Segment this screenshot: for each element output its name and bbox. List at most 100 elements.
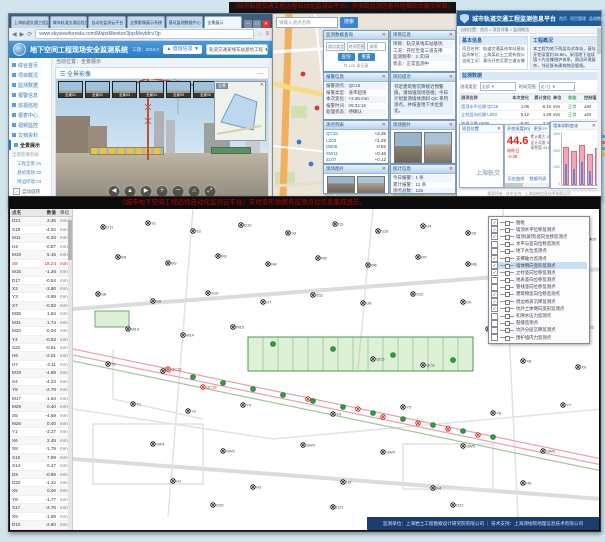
point-table-row[interactable]: M15-1.26mm bbox=[10, 268, 72, 276]
filter2-select[interactable]: 近7日 ▼ bbox=[539, 82, 575, 91]
filter1-select[interactable]: 全部 ▼ bbox=[480, 82, 516, 91]
browser-tab[interactable]: 基坑监测数据中心 bbox=[166, 16, 204, 28]
point-table-row[interactable]: S5-4.69mm bbox=[10, 412, 72, 420]
legend-row[interactable]: 坑外分层沉降监测点 bbox=[491, 327, 587, 334]
marker-point[interactable]: M13 bbox=[126, 327, 140, 332]
layer-checkbox[interactable] bbox=[491, 241, 498, 248]
point-table-row[interactable]: S17-2.76mm bbox=[10, 504, 72, 512]
marker-point[interactable]: SW5 bbox=[461, 444, 476, 449]
point-table-row[interactable]: D22-1.22mm bbox=[10, 479, 72, 487]
pano-thumbnail[interactable]: 全景03 bbox=[112, 81, 137, 98]
project-select[interactable]: 轨道交通某线车站基坑工程 ▼ bbox=[206, 44, 268, 55]
marker-point[interactable]: SW2 bbox=[221, 449, 236, 454]
sidebar-item[interactable]: 报警信息 bbox=[9, 90, 51, 100]
marker-alarm[interactable] bbox=[381, 415, 386, 420]
popup-header[interactable]: 统计信息✕ bbox=[391, 165, 455, 174]
marker-green[interactable] bbox=[391, 353, 396, 358]
marker-point[interactable]: Y1 bbox=[131, 402, 142, 407]
map-inset[interactable]: 全景 ✕ bbox=[214, 81, 266, 141]
close-button[interactable]: ✕ bbox=[262, 20, 270, 28]
point-table-row[interactable]: D10-2.80mm bbox=[10, 521, 72, 529]
legend-row[interactable]: ✓坑外土体侧向变形监测点 bbox=[491, 305, 587, 312]
marker-alarm[interactable] bbox=[356, 407, 361, 412]
legend-row[interactable]: 水平与竖向位移监测点 bbox=[491, 241, 587, 248]
point-table-row[interactable]: H7-4.11mm bbox=[10, 361, 72, 369]
marker-point[interactable]: M15 bbox=[231, 325, 245, 330]
point-table-row[interactable]: M195.15mm bbox=[10, 251, 72, 259]
popup-header[interactable]: 监测数据查询✕ bbox=[324, 31, 388, 40]
marker-point[interactable]: H2 bbox=[251, 485, 262, 490]
marker-green[interactable] bbox=[281, 393, 286, 398]
portal-nav-link[interactable]: 首页 bbox=[559, 16, 567, 22]
point-table-row[interactable]: X9-1.89mm bbox=[10, 513, 72, 521]
pano-thumbnail[interactable]: 全景04 bbox=[139, 81, 164, 98]
layer-checkbox[interactable]: ✓ bbox=[491, 305, 498, 312]
sidebar-item[interactable]: 巡视巡检 bbox=[9, 100, 51, 110]
marker-green[interactable] bbox=[371, 411, 376, 416]
marker-point[interactable]: D21 bbox=[331, 505, 345, 510]
marker-green[interactable] bbox=[451, 358, 456, 363]
marker-green[interactable] bbox=[431, 423, 436, 428]
legend-row[interactable]: ✓建筑物竖向位移监测点 bbox=[491, 291, 587, 298]
point-table-row[interactable]: S107.99mm bbox=[10, 454, 72, 462]
table-row[interactable]: 立柱竖向位移 LZ030.121.29mm正常±20 bbox=[460, 111, 598, 120]
marker-alarm[interactable] bbox=[416, 421, 421, 426]
point-table-row[interactable]: S22-0.61mm bbox=[10, 344, 72, 352]
layer-checkbox[interactable]: ✓ bbox=[491, 233, 498, 240]
point-table-row[interactable]: X7-0.93mm bbox=[10, 302, 72, 310]
sidebar-item[interactable]: 项目概况 bbox=[9, 70, 51, 80]
point-table-row[interactable]: M290.40mm bbox=[10, 403, 72, 411]
minimize-button[interactable]: – bbox=[244, 20, 252, 28]
marker-point[interactable]: X8 bbox=[521, 359, 532, 364]
checkbox-icon[interactable]: ✓ bbox=[13, 188, 20, 195]
browser-tab[interactable]: 全景展示 bbox=[204, 16, 242, 28]
legend-row[interactable]: 地下水位监测点 bbox=[491, 248, 587, 255]
marker-point[interactable]: D20 bbox=[211, 503, 225, 508]
point-link[interactable]: ZL07 bbox=[326, 157, 336, 163]
popup-list-row[interactable]: ZL07+0.12 bbox=[326, 157, 386, 163]
layer-checkbox[interactable] bbox=[491, 284, 498, 291]
legend-row[interactable]: 管线竖向位移监测点 bbox=[491, 284, 587, 291]
point-table-row[interactable]: Y1-3.27mm bbox=[10, 428, 72, 436]
marker-point[interactable]: M5 bbox=[316, 256, 328, 261]
marker-point[interactable]: D8 bbox=[361, 301, 372, 306]
marker-point[interactable]: Y4 bbox=[331, 412, 342, 417]
layer-checkbox[interactable]: ✓ bbox=[491, 269, 498, 276]
marker-point[interactable]: X9 bbox=[576, 365, 587, 370]
point-table-row[interactable]: S818.24mm bbox=[10, 260, 72, 268]
marker-point[interactable]: Y7 bbox=[561, 403, 572, 408]
inset-close-icon[interactable]: ✕ bbox=[260, 83, 264, 88]
duty-info-button[interactable]: ▲ 值班信息 ▼ bbox=[163, 45, 202, 54]
marker-point[interactable]: S9 bbox=[151, 299, 162, 304]
marker-green[interactable] bbox=[221, 381, 226, 386]
sidebar-item[interactable]: 综合首页 bbox=[9, 60, 51, 70]
sidebar-item[interactable]: 视频监控 bbox=[9, 120, 51, 130]
sidebar-sub-item[interactable]: 周边环境 03 bbox=[9, 177, 51, 186]
layer-checkbox[interactable] bbox=[491, 313, 498, 320]
layer-checkbox[interactable]: ✓ bbox=[491, 255, 498, 262]
marker-point[interactable]: QC8 bbox=[421, 363, 436, 368]
layer-checkbox[interactable] bbox=[491, 248, 498, 255]
popup-close-icon[interactable]: ✕ bbox=[382, 32, 386, 38]
popup-select[interactable]: 测点类型 bbox=[326, 42, 345, 51]
close-icon[interactable]: ✕ bbox=[592, 123, 596, 129]
marker-point[interactable]: D22 bbox=[451, 503, 465, 508]
legend-row[interactable]: ✓墙顶(坡顶)竖向位移监测点 bbox=[491, 233, 587, 240]
legend-row[interactable]: 地表竖向位移监测点 bbox=[491, 277, 587, 284]
sidebar-item[interactable]: 报表中心 bbox=[9, 110, 51, 120]
sidebar-sub-item[interactable]: 工程全景 01 bbox=[9, 159, 51, 168]
point-table-row[interactable]: X62.48mm bbox=[10, 437, 72, 445]
marker-point[interactable]: SW6 bbox=[541, 449, 556, 454]
marker-point[interactable]: M7 bbox=[416, 255, 428, 260]
refresh-icon[interactable]: ⟳ bbox=[27, 31, 32, 38]
star-icon[interactable]: ☆ bbox=[257, 31, 262, 38]
map-search-button[interactable]: 搜索 bbox=[340, 17, 358, 28]
gauge-link[interactable]: 历史曲线 bbox=[508, 176, 525, 182]
vertical-scrollbar[interactable] bbox=[597, 26, 601, 190]
legend-row[interactable]: ✓墙顶水平位移监测点 bbox=[491, 226, 587, 233]
point-table-row[interactable]: D17-0.54mm bbox=[10, 277, 72, 285]
portal-nav-link[interactable]: 项目管理 bbox=[570, 16, 586, 22]
legend-row[interactable]: 围护墙内力监测点 bbox=[491, 334, 587, 341]
popup-select[interactable]: 时间范围 bbox=[347, 42, 366, 51]
popup-select[interactable]: 测项 bbox=[367, 42, 386, 51]
